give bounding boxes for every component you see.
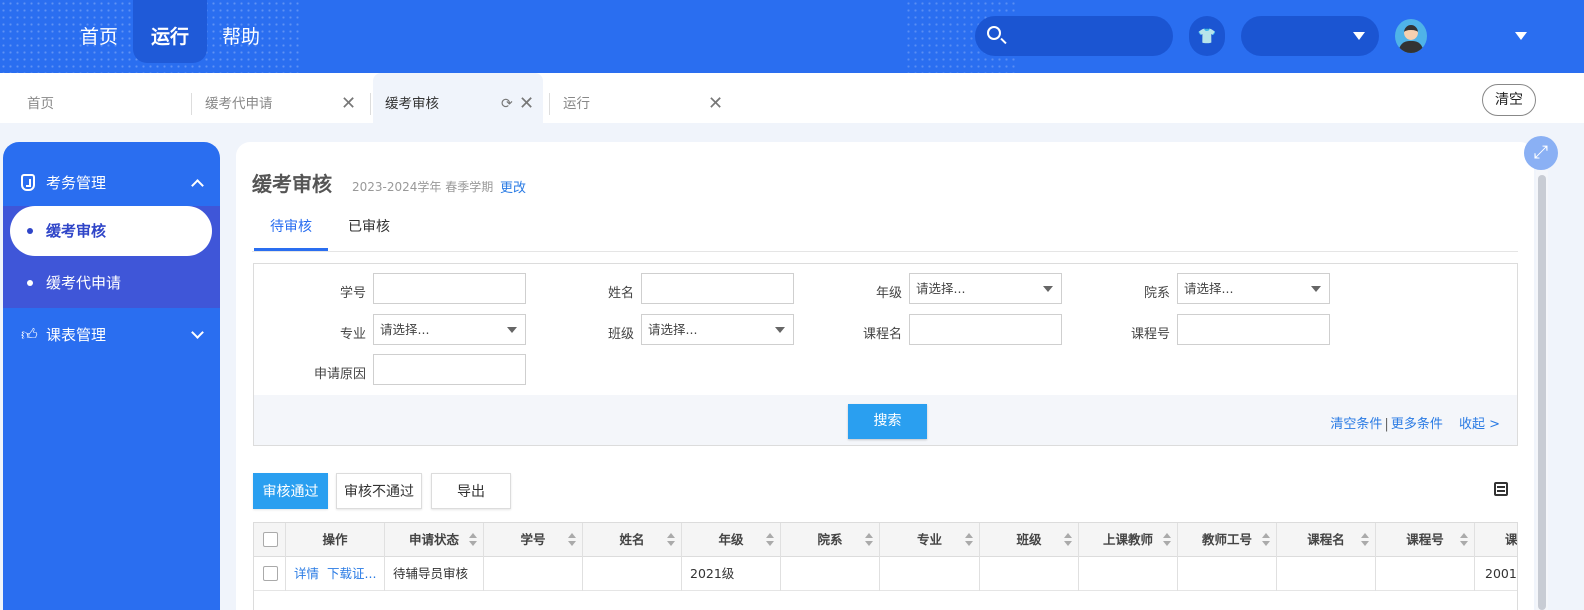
theme-button[interactable]: 👕 [1189, 16, 1225, 56]
shield-icon [21, 174, 35, 191]
chevron-up-icon [191, 179, 204, 192]
sort-icon [568, 533, 576, 547]
col-header[interactable]: 课程名 [1277, 523, 1376, 557]
refresh-icon[interactable]: ⟳ [501, 95, 513, 113]
tab-deferral-review[interactable]: 缓考审核 [373, 73, 543, 123]
filter-footer: 搜索 清空条件 | 更多条件 收起 > [254, 395, 1517, 445]
caret-down-icon [1353, 32, 1365, 40]
scrollbar-thumb[interactable] [1538, 175, 1546, 610]
department-select[interactable]: 请选择... [1177, 273, 1330, 304]
expand-icon: ⤢ [1533, 142, 1549, 163]
sort-icon [965, 533, 973, 547]
sort-icon [667, 533, 675, 547]
clear-conditions-link[interactable]: 清空条件 [1330, 417, 1382, 432]
caret-down-icon [507, 327, 517, 333]
sidebar: 考务管理 缓考审核 缓考代申请 👍︎ 课表管理 [3, 142, 220, 610]
col-header[interactable]: 院系 [781, 523, 880, 557]
collapse-link[interactable]: 收起 > [1447, 417, 1500, 432]
col-header[interactable]: 课程号 [1376, 523, 1475, 557]
search-button[interactable]: 搜索 [848, 404, 927, 439]
sort-icon [469, 533, 477, 547]
reject-button[interactable]: 审核不通过 [336, 473, 422, 509]
col-header[interactable]: 专业 [880, 523, 980, 557]
filter-panel: 学号 姓名 年级 请选择... 院系 请选择... 专业 请选择... 班级 请… [253, 263, 1518, 446]
fullscreen-button[interactable]: ⤢ [1524, 136, 1558, 170]
caret-down-icon [775, 327, 785, 333]
tab-home[interactable]: 首页 [27, 73, 187, 123]
col-header: 课 [1475, 523, 1517, 557]
download-cert-link[interactable]: 下载证... [323, 566, 376, 581]
approve-button[interactable]: 审核通过 [253, 473, 328, 509]
role-select[interactable] [1241, 16, 1379, 56]
table-header: 操作 申请状态 学号 姓名 年级 院系 专业 班级 上课教师 教师工号 课程名 … [254, 523, 1517, 557]
global-search[interactable] [975, 16, 1173, 56]
close-icon[interactable]: ✕ [341, 93, 356, 115]
shirt-icon: 👕 [1197, 27, 1217, 45]
nav-run[interactable]: 运行 [133, 0, 208, 63]
col-header[interactable]: 申请状态 [385, 523, 484, 557]
search-input[interactable] [1011, 22, 1161, 50]
major-select[interactable]: 请选择... [373, 314, 526, 345]
caret-down-icon [1043, 286, 1053, 292]
chevron-down-icon [191, 326, 204, 339]
clear-tabs-button[interactable]: 清空 [1482, 84, 1536, 116]
close-icon[interactable]: ✕ [519, 93, 534, 115]
status-cell: 待辅导员审核 [385, 557, 484, 591]
tab-run[interactable]: 运行 [563, 73, 723, 123]
close-icon[interactable]: ✕ [708, 93, 723, 115]
export-button[interactable]: 导出 [431, 473, 511, 509]
sort-icon [1361, 533, 1369, 547]
avatar[interactable] [1395, 19, 1427, 53]
search-icon [987, 26, 1001, 40]
sidebar-item-deferral-review[interactable]: 缓考审核 [10, 206, 212, 256]
sort-icon [1262, 533, 1270, 547]
sort-icon [766, 533, 774, 547]
tab-reviewed[interactable]: 已审核 [348, 216, 390, 236]
tab-pending[interactable]: 待审核 [270, 216, 312, 236]
sidebar-item-deferral-proxy[interactable]: 缓考代申请 [10, 258, 212, 308]
name-input[interactable] [641, 273, 794, 304]
select-all-checkbox[interactable] [263, 532, 278, 547]
sort-icon [865, 533, 873, 547]
data-table: 操作 申请状态 学号 姓名 年级 院系 专业 班级 上课教师 教师工号 课程名 … [253, 522, 1518, 610]
sidebar-group-schedule[interactable]: 👍︎ 课表管理 [3, 314, 220, 356]
col-header[interactable]: 姓名 [583, 523, 682, 557]
course-name-input[interactable] [909, 314, 1062, 345]
thumbs-up-icon: 👍︎ [21, 325, 38, 344]
sort-icon [1064, 533, 1072, 547]
more-conditions-link[interactable]: 更多条件 [1391, 417, 1443, 432]
course-no-input[interactable] [1177, 314, 1330, 345]
col-header[interactable]: 班级 [980, 523, 1079, 557]
change-term-link[interactable]: 更改 [500, 177, 526, 196]
main-panel: 缓考审核 2023-2024学年 春季学期 更改 待审核 已审核 学号 姓名 年… [236, 142, 1534, 610]
user-menu-caret-icon[interactable] [1515, 32, 1527, 40]
class-select[interactable]: 请选择... [641, 314, 794, 345]
col-header[interactable]: 教师工号 [1178, 523, 1277, 557]
col-header[interactable]: 学号 [484, 523, 583, 557]
col-header[interactable]: 上课教师 [1079, 523, 1178, 557]
top-navbar: 首页 运行 帮助 👕 [0, 0, 1584, 73]
details-link[interactable]: 详情 [294, 566, 319, 581]
tab-strip: 首页 缓考代申请 ✕ 缓考审核 ⟳ ✕ 运行 ✕ [0, 73, 1584, 123]
student-id-input[interactable] [373, 273, 526, 304]
caret-down-icon [1311, 286, 1321, 292]
table-row: 详情 下载证... 待辅导员审核 2021级 2001 [254, 557, 1517, 591]
sidebar-group-exam[interactable]: 考务管理 [3, 162, 220, 204]
sort-icon [1460, 533, 1468, 547]
sort-icon [1163, 533, 1171, 547]
row-checkbox[interactable] [263, 566, 278, 581]
col-header: 操作 [286, 523, 385, 557]
col-header[interactable]: 年级 [682, 523, 781, 557]
nav-help[interactable]: 帮助 [222, 0, 260, 63]
sidebar-submenu: 缓考审核 缓考代申请 [3, 206, 220, 308]
reason-input[interactable] [373, 354, 526, 385]
grade-select[interactable]: 请选择... [909, 273, 1062, 304]
nav-home[interactable]: 首页 [80, 0, 118, 63]
term-label: 2023-2024学年 春季学期 [352, 180, 494, 194]
column-settings-icon[interactable] [1494, 482, 1508, 496]
page-title: 缓考审核 [252, 172, 332, 196]
